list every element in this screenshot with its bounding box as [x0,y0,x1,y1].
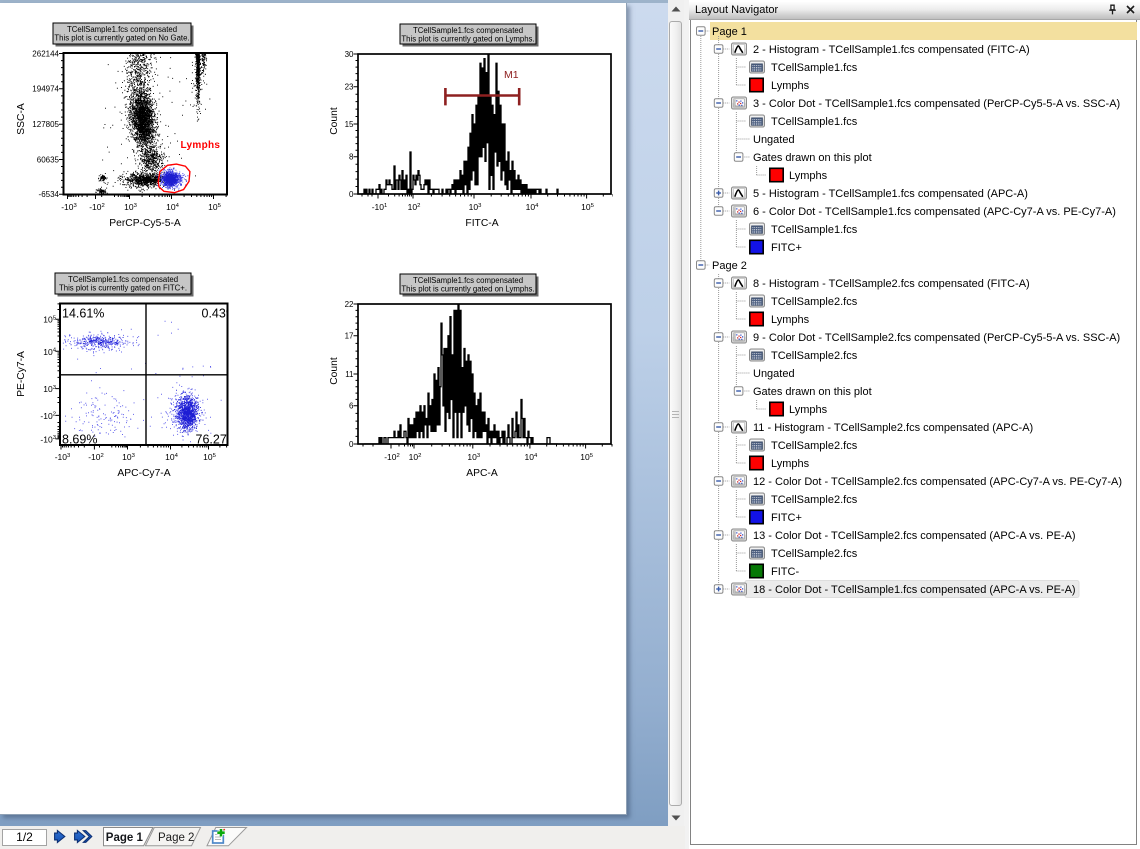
svg-text:Ungated: Ungated [753,134,795,146]
svg-text:Page 1: Page 1 [106,832,144,844]
svg-text:TCellSample1.fcs: TCellSample1.fcs [771,62,858,74]
svg-text:Page 1: Page 1 [712,26,747,38]
svg-text:Gates drawn on this plot: Gates drawn on this plot [753,152,872,164]
svg-text:TCellSample1.fcs: TCellSample1.fcs [771,116,858,128]
svg-text:TCellSample1.fcs: TCellSample1.fcs [771,224,858,236]
svg-text:12 - Color Dot - TCellSample2.: 12 - Color Dot - TCellSample2.fcs compen… [753,476,1122,488]
svg-text:Lymphs: Lymphs [771,314,810,326]
svg-text:5 - Histogram - TCellSample1.f: 5 - Histogram - TCellSample1.fcs compens… [753,188,1028,200]
svg-text:9 - Color Dot - TCellSample2.f: 9 - Color Dot - TCellSample2.fcs compens… [753,332,1120,344]
svg-text:13 - Color Dot - TCellSample2.: 13 - Color Dot - TCellSample2.fcs compen… [753,530,1076,542]
svg-text:TCellSample2.fcs: TCellSample2.fcs [771,494,858,506]
svg-text:Lymphs: Lymphs [771,80,810,92]
svg-text:11 - Histogram - TCellSample2.: 11 - Histogram - TCellSample2.fcs compen… [753,422,1033,434]
svg-text:TCellSample2.fcs: TCellSample2.fcs [771,548,858,560]
svg-text:Lymphs: Lymphs [771,458,810,470]
svg-text:Lymphs: Lymphs [789,404,828,416]
svg-text:18 - Color Dot - TCellSample1.: 18 - Color Dot - TCellSample1.fcs compen… [753,584,1076,596]
svg-text:FITC-: FITC- [771,566,799,578]
svg-text:Gates drawn on this plot: Gates drawn on this plot [753,386,872,398]
svg-text:Ungated: Ungated [753,368,795,380]
svg-text:FITC+: FITC+ [771,242,802,254]
svg-text:FITC+: FITC+ [771,512,802,524]
svg-text:Lymphs: Lymphs [789,170,828,182]
svg-text:Page 2: Page 2 [158,832,194,844]
svg-text:TCellSample2.fcs: TCellSample2.fcs [771,296,858,308]
svg-text:TCellSample2.fcs: TCellSample2.fcs [771,440,858,452]
svg-text:Page 2: Page 2 [712,260,747,272]
svg-text:TCellSample2.fcs: TCellSample2.fcs [771,350,858,362]
svg-text:8 - Histogram - TCellSample2.f: 8 - Histogram - TCellSample2.fcs compens… [753,278,1030,290]
svg-text:2 - Histogram - TCellSample1.f: 2 - Histogram - TCellSample1.fcs compens… [753,44,1030,56]
svg-text:6 - Color Dot - TCellSample1.f: 6 - Color Dot - TCellSample1.fcs compens… [753,206,1116,218]
svg-text:3 - Color Dot - TCellSample1.f: 3 - Color Dot - TCellSample1.fcs compens… [753,98,1120,110]
